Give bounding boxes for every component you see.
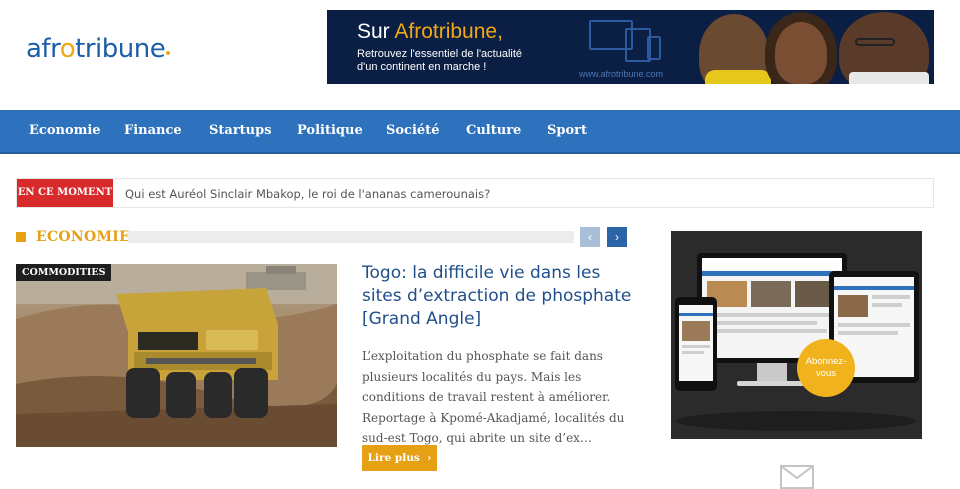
- logo-dot: [166, 51, 171, 55]
- nav-item-startups[interactable]: Startups: [209, 123, 272, 138]
- section-marker: [16, 232, 26, 242]
- article-image[interactable]: [16, 264, 337, 447]
- ticker-headline-link[interactable]: Qui est Auréol Sinclair Mbakop, le roi d…: [125, 187, 490, 201]
- logo-text-o: o: [59, 34, 76, 64]
- carousel-next-button[interactable]: ›: [607, 227, 627, 247]
- banner-title-prefix: Sur: [357, 20, 395, 43]
- banner-line-1: Retrouvez l'essentiel de l'actualité: [357, 48, 523, 60]
- ticker-label: EN CE MOMENT: [17, 179, 113, 207]
- devices-mockup-illustration: [671, 231, 922, 439]
- banner-title-brand: Afrotribune,: [394, 20, 503, 43]
- mining-truck-illustration: [16, 264, 337, 447]
- banner-photo: [699, 10, 934, 84]
- nav-item-finance[interactable]: Finance: [124, 123, 182, 138]
- carousel-prev-button[interactable]: ‹: [580, 227, 600, 247]
- subscribe-line-1: Abonnez-: [805, 356, 847, 367]
- nav-item-culture[interactable]: Culture: [466, 123, 521, 138]
- banner-title: Sur Afrotribune,: [357, 20, 503, 44]
- banner-line-2: d'un continent en marche !: [357, 61, 487, 73]
- read-more-button[interactable]: Lire plus ›: [362, 445, 437, 471]
- main-nav: Economie Finance Startups Politique Soci…: [0, 110, 960, 154]
- subscribe-ad[interactable]: Abonnez- vous: [671, 231, 922, 439]
- logo-text-rest: tribune: [75, 34, 166, 64]
- banner-url: www.afrotribune.com: [579, 69, 664, 79]
- news-ticker: EN CE MOMENT Qui est Auréol Sinclair Mba…: [16, 178, 934, 208]
- chevron-right-icon: ›: [615, 230, 619, 244]
- devices-icon: [589, 20, 667, 66]
- nav-item-societe[interactable]: Société: [386, 123, 439, 138]
- site-logo[interactable]: afrotribune: [26, 34, 171, 64]
- header-banner-ad[interactable]: Sur Afrotribune, Retrouvez l'essentiel d…: [327, 10, 934, 84]
- nav-item-sport[interactable]: Sport: [547, 123, 587, 138]
- logo-text-a: afr: [26, 34, 60, 64]
- subscribe-badge[interactable]: Abonnez- vous: [797, 339, 855, 397]
- read-more-label: Lire plus: [367, 452, 420, 464]
- subscribe-line-2: vous: [815, 368, 837, 379]
- category-badge[interactable]: COMMODITIES: [16, 264, 112, 281]
- chevron-left-icon: ‹: [588, 230, 592, 244]
- section-divider: [128, 231, 574, 243]
- nav-item-economie[interactable]: Economie: [29, 123, 101, 138]
- chevron-right-icon: ›: [423, 452, 432, 464]
- site-header: afrotribune Sur Afrotribune, Retrouvez l…: [0, 0, 960, 110]
- envelope-icon[interactable]: [780, 465, 814, 489]
- nav-item-politique[interactable]: Politique: [297, 123, 363, 138]
- section-title: ECONOMIE: [36, 229, 131, 245]
- article-excerpt: L’exploitation du phosphate se fait dans…: [362, 349, 625, 445]
- article-title-link[interactable]: Togo: la difficile vie dans les sites d’…: [362, 262, 632, 331]
